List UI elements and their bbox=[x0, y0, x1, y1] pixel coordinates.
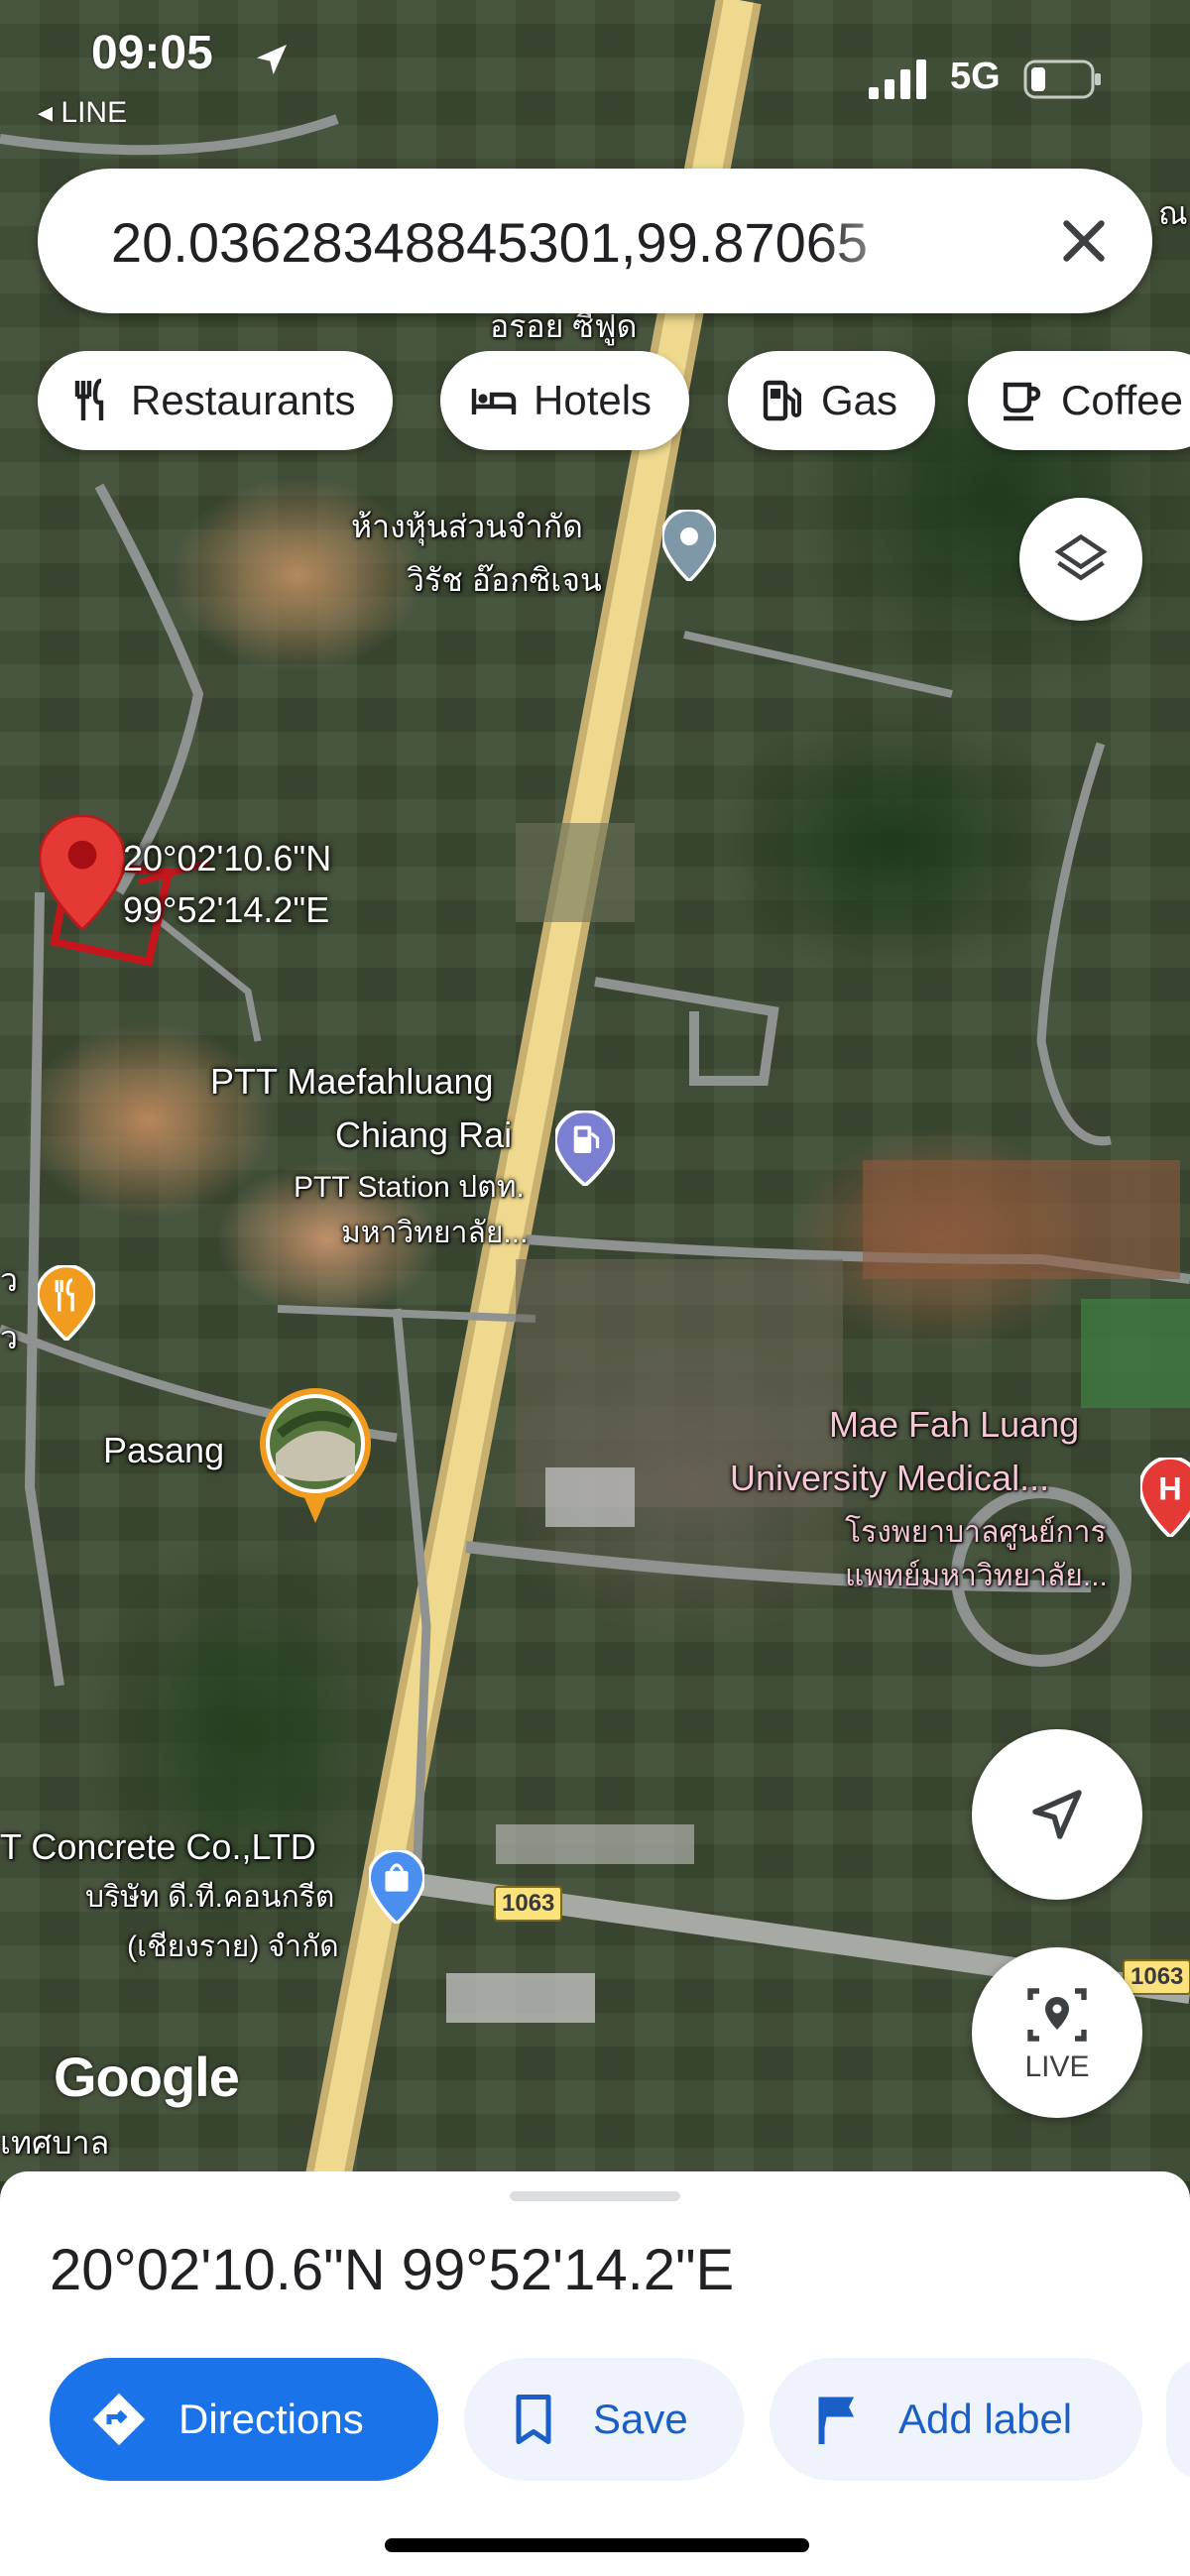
chip-gas[interactable]: Gas bbox=[728, 351, 936, 450]
pin-longitude: 99°52'14.2"E bbox=[123, 889, 330, 930]
map-label-municipality: เทศบาล bbox=[0, 2125, 110, 2161]
map-label-concrete-thai-line1: บริษัท ดี.ที.คอนกรีต bbox=[85, 1881, 335, 1914]
network-type: 5G bbox=[950, 56, 1001, 97]
map-label-oxygen-line1: ห้างหุ้นส่วนจำกัด bbox=[351, 509, 583, 544]
my-location-button[interactable] bbox=[972, 1729, 1142, 1900]
map-label-hospital-line1: Mae Fah Luang bbox=[829, 1404, 1080, 1445]
bookmark-icon bbox=[516, 2395, 551, 2444]
route-shield-1063: 1063 bbox=[494, 1886, 563, 1922]
shopping-bag-pin-icon[interactable] bbox=[367, 1848, 426, 1929]
map-label-concrete-thai-line2: (เชียงราย) จำกัด bbox=[127, 1931, 339, 1963]
map-label-hospital-line2: University Medical... bbox=[730, 1458, 1050, 1498]
google-logo: Google bbox=[54, 2046, 240, 2108]
chip-hotels[interactable]: Hotels bbox=[440, 351, 690, 450]
map-label-ptt-line1: PTT Maefahluang bbox=[210, 1061, 494, 1102]
restaurant-pin-icon[interactable] bbox=[36, 1263, 97, 1346]
map-label-top-right: ณ bbox=[1158, 195, 1188, 231]
search-bar[interactable]: 20.03628348845301,99.87065 bbox=[38, 169, 1152, 313]
layers-icon bbox=[1054, 533, 1108, 581]
save-button[interactable]: Save bbox=[464, 2358, 744, 2481]
map-label-pasang: Pasang bbox=[103, 1430, 225, 1470]
place-coordinates-title: 20°02'10.6"N 99°52'14.2"E bbox=[50, 2238, 735, 2302]
location-arrow-icon bbox=[257, 45, 287, 74]
add-label-button[interactable]: Add label bbox=[770, 2358, 1142, 2481]
chip-label: Gas bbox=[821, 377, 898, 423]
hospital-pin-icon[interactable]: H bbox=[1138, 1456, 1190, 1542]
dropped-pin-icon[interactable] bbox=[38, 814, 127, 935]
back-to-line-link[interactable]: ◂ LINE bbox=[38, 95, 127, 130]
directions-icon bbox=[92, 2393, 146, 2446]
status-time: 09:05 bbox=[91, 27, 213, 79]
gas-pump-icon bbox=[763, 380, 801, 421]
navigation-arrow-icon bbox=[1032, 1790, 1082, 1839]
more-actions-button-partial[interactable] bbox=[1166, 2358, 1190, 2481]
map-label-ptt-line2: Chiang Rai bbox=[335, 1114, 513, 1155]
status-bar: 09:05 ◂ LINE 5G bbox=[0, 0, 1190, 149]
chip-label: Coffee bbox=[1061, 377, 1183, 423]
search-query-text[interactable]: 20.03628348845301,99.87065 bbox=[111, 210, 940, 275]
fork-knife-icon bbox=[74, 378, 104, 420]
map-label-partial-2: ว bbox=[0, 1320, 18, 1355]
map-label-ptt-thai-line1: PTT Station ปตท. bbox=[294, 1171, 525, 1204]
pasang-photo-pin[interactable] bbox=[256, 1384, 375, 1528]
map-label-hospital-thai-line2: แพทย์มหาวิทยาลัย... bbox=[845, 1560, 1108, 1592]
route-shield-1063-right: 1063 bbox=[1123, 1959, 1190, 1995]
pin-latitude: 20°02'10.6"N bbox=[123, 838, 332, 878]
close-icon[interactable] bbox=[1049, 206, 1119, 276]
chip-restaurants[interactable]: Restaurants bbox=[38, 351, 394, 450]
map-label-ptt-thai-line2: มหาวิทยาลัย... bbox=[341, 1217, 529, 1249]
signal-bars-icon bbox=[869, 59, 926, 99]
coffee-cup-icon bbox=[1003, 382, 1041, 421]
directions-button[interactable]: Directions bbox=[50, 2358, 438, 2481]
save-label: Save bbox=[593, 2396, 688, 2442]
pin-coordinates-label: 20°02'10.6"N 99°52'14.2"E bbox=[123, 833, 331, 936]
svg-text:H: H bbox=[1158, 1471, 1181, 1507]
battery-icon bbox=[1023, 59, 1101, 99]
gas-station-pin-icon[interactable] bbox=[553, 1109, 617, 1191]
chip-coffee[interactable]: Coffee bbox=[968, 351, 1190, 450]
place-pin-icon[interactable] bbox=[660, 508, 718, 586]
flag-icon bbox=[818, 2397, 854, 2444]
category-chips: Restaurants Hotels Gas Coffee bbox=[38, 351, 1190, 450]
map-label-partial-1: ว bbox=[0, 1262, 18, 1298]
live-view-icon bbox=[1027, 1988, 1087, 2042]
action-buttons-row: Directions Save Add label bbox=[50, 2358, 1190, 2481]
map-label-hospital-thai-line1: โรงพยาบาลศูนย์การ bbox=[845, 1516, 1107, 1549]
map-label-concrete-line1: T Concrete Co.,LTD bbox=[0, 1826, 316, 1867]
bed-icon bbox=[471, 389, 517, 414]
directions-label: Directions bbox=[178, 2396, 364, 2442]
sheet-drag-handle[interactable] bbox=[510, 2191, 680, 2201]
home-indicator[interactable] bbox=[385, 2538, 809, 2552]
live-label: LIVE bbox=[1024, 2050, 1090, 2083]
bottom-sheet[interactable]: 20°02'10.6"N 99°52'14.2"E Directions Sav… bbox=[0, 2171, 1190, 2576]
chip-label: Restaurants bbox=[131, 377, 356, 423]
chip-label: Hotels bbox=[534, 377, 653, 423]
live-view-button[interactable]: LIVE bbox=[972, 1947, 1142, 2118]
map-label-oxygen-line2: วิรัช อ๊อกซิเจน bbox=[407, 562, 602, 598]
add-label-label: Add label bbox=[898, 2396, 1073, 2442]
layers-button[interactable] bbox=[1019, 498, 1142, 621]
